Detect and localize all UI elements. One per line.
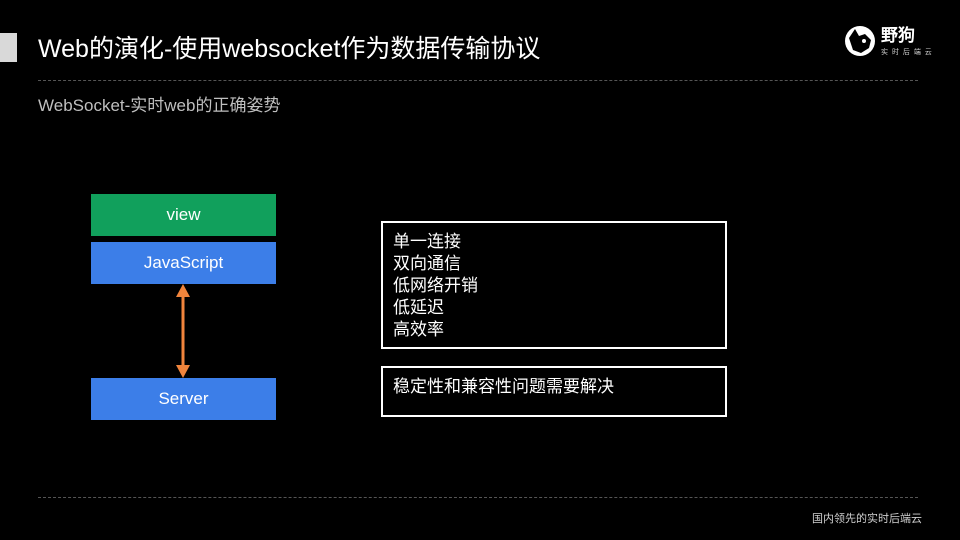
slide-title: Web的演化-使用websocket作为数据传输协议	[38, 35, 541, 63]
double-headed-arrow-icon	[176, 284, 190, 378]
brand-tagline: 实 时 后 端 云	[881, 49, 933, 56]
slide-subtitle: WebSocket-实时web的正确姿势	[38, 96, 281, 115]
footer-divider	[38, 497, 918, 498]
issue-box: 稳定性和兼容性问题需要解决	[381, 366, 727, 417]
feature-item: 高效率	[393, 320, 444, 339]
feature-item: 双向通信	[393, 254, 461, 273]
brand-logo: 野狗 实 时 后 端 云	[843, 24, 933, 60]
feature-item: 低延迟	[393, 298, 444, 317]
title-accent-bar	[0, 33, 17, 62]
title-divider	[38, 80, 918, 81]
javascript-layer-block: JavaScript	[91, 242, 276, 284]
issue-text: 稳定性和兼容性问题需要解决	[393, 377, 614, 396]
view-layer-block: view	[91, 194, 276, 236]
features-box: 单一连接 双向通信 低网络开销 低延迟 高效率	[381, 221, 727, 349]
footer-text: 国内领先的实时后端云	[812, 513, 922, 525]
dog-head-icon	[845, 26, 875, 56]
feature-item: 单一连接	[393, 232, 461, 251]
brand-name: 野狗	[881, 26, 915, 45]
feature-item: 低网络开销	[393, 276, 478, 295]
server-block: Server	[91, 378, 276, 420]
